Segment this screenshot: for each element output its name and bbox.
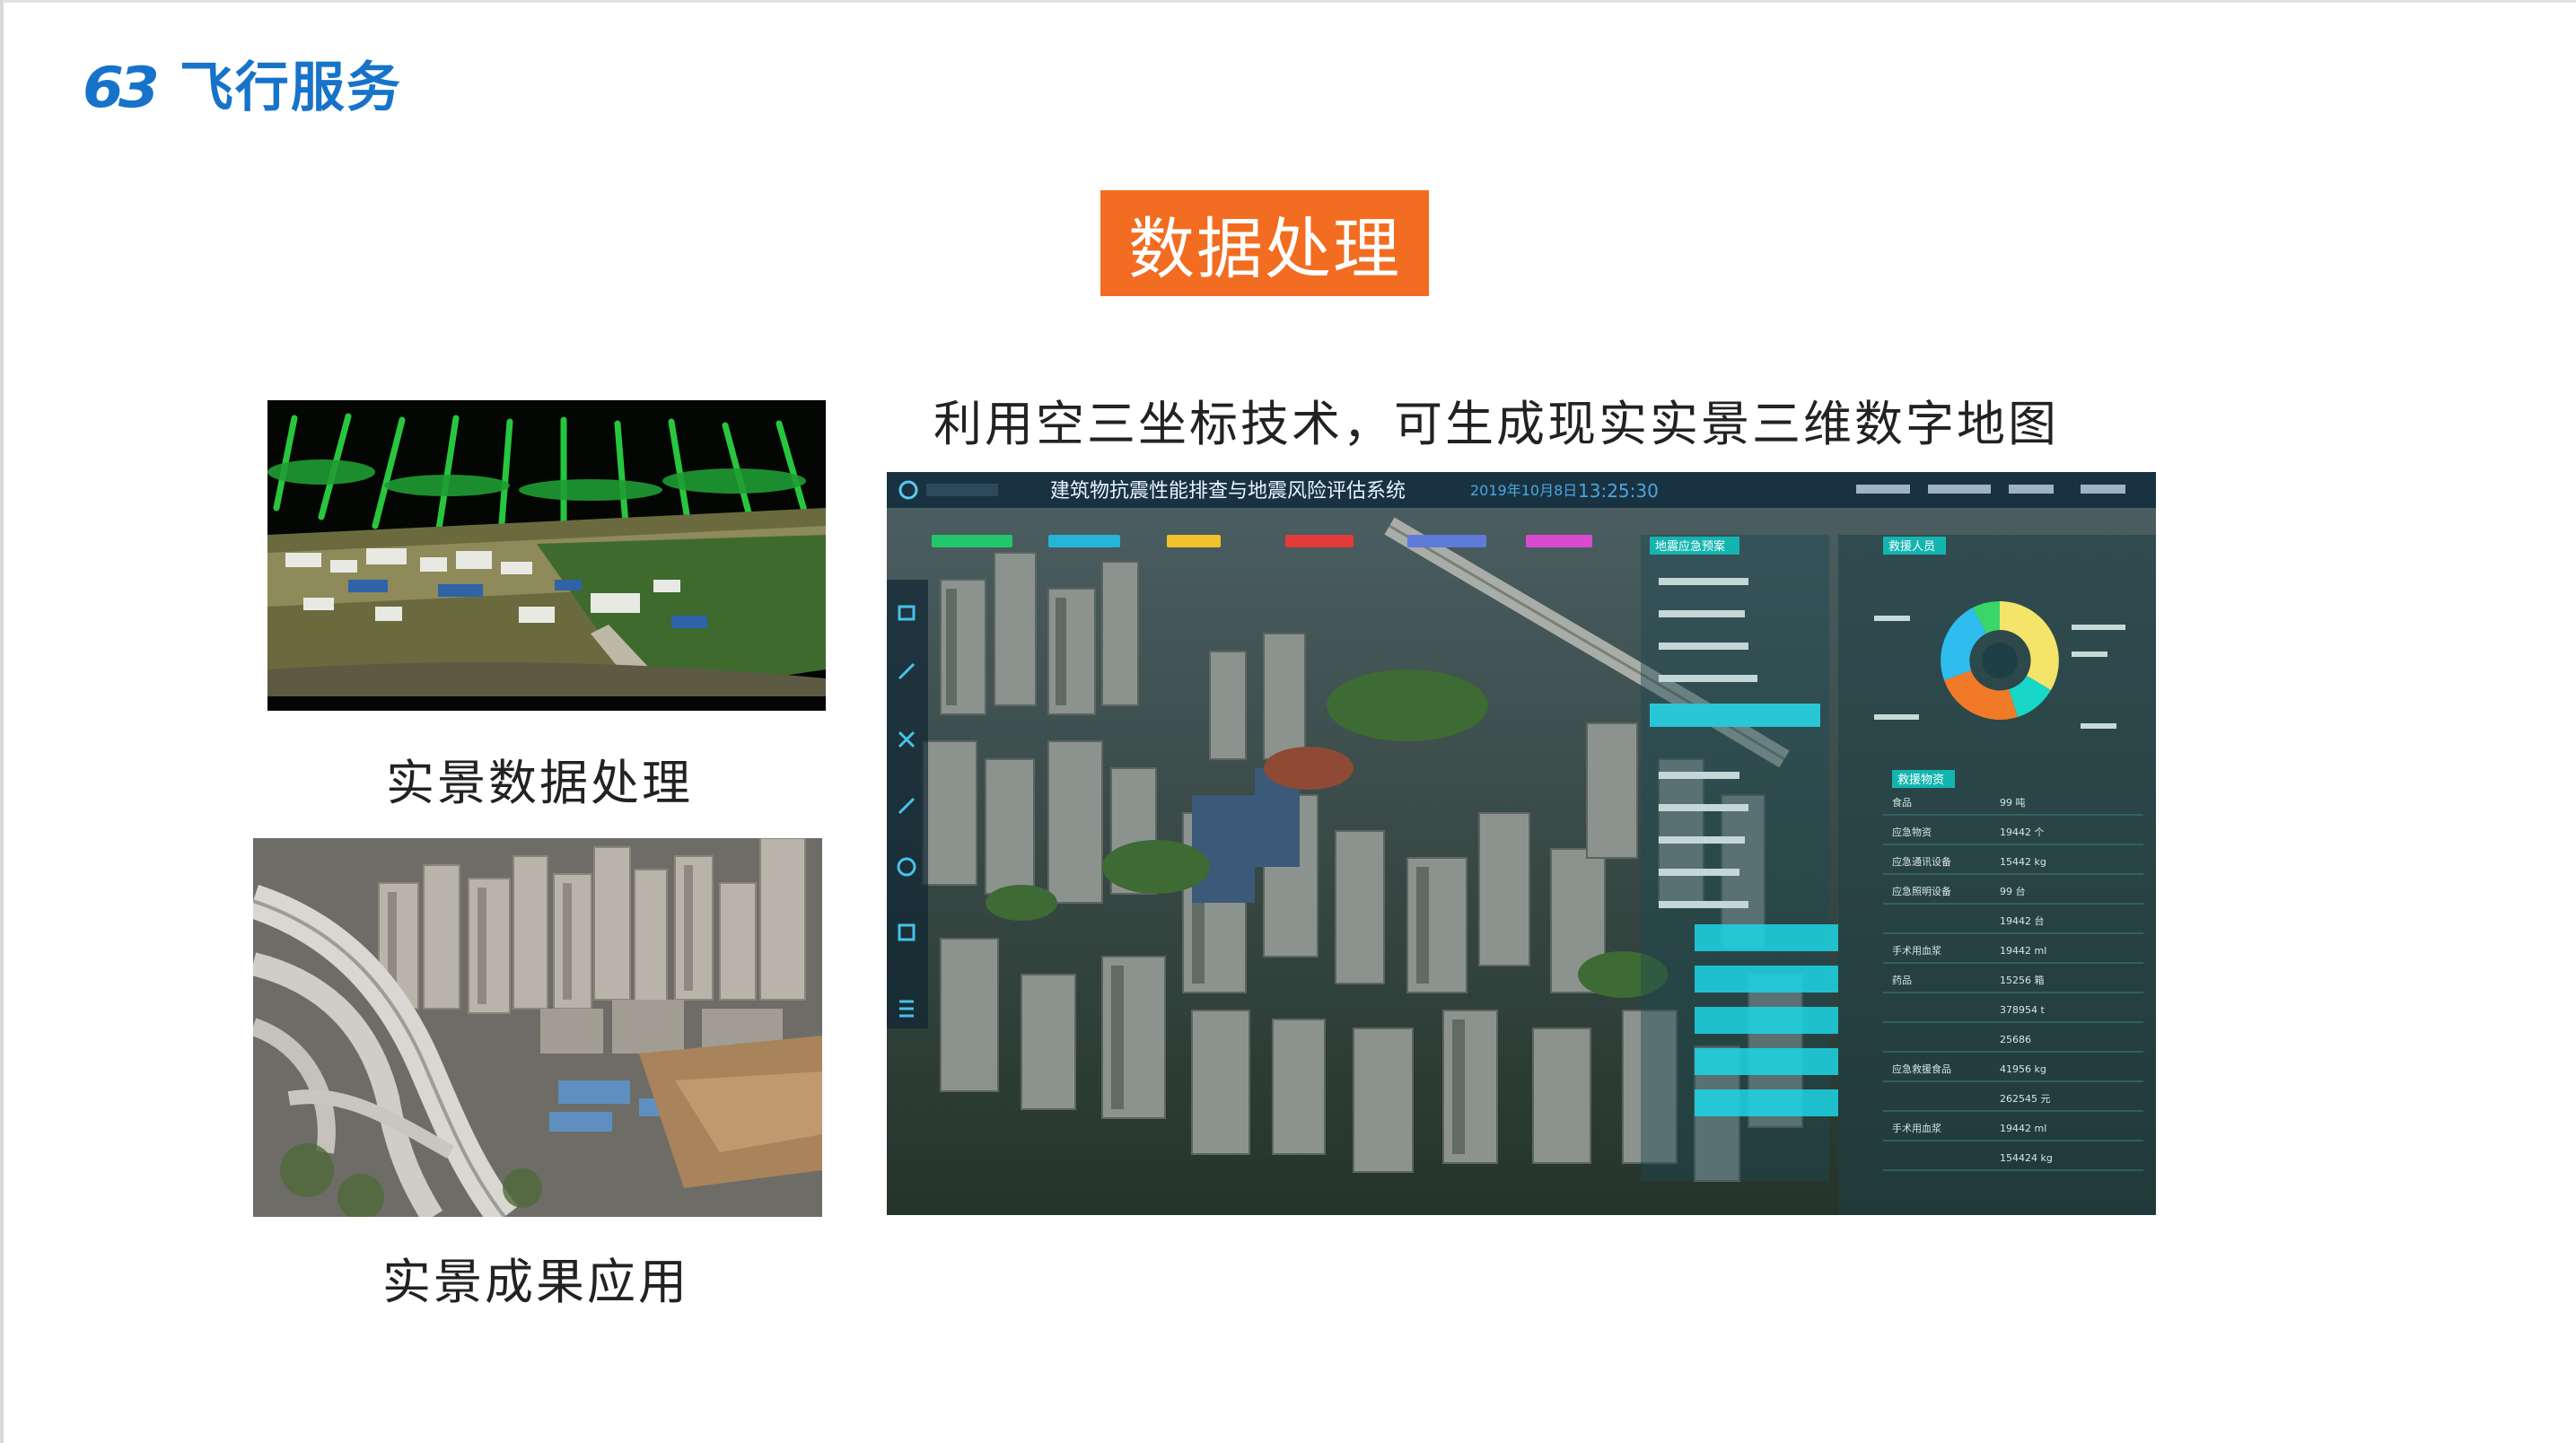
materials-row-value: 15442 kg [2000, 856, 2046, 868]
materials-row-value: 99 台 [2000, 885, 2026, 897]
pointcloud-image [267, 400, 826, 711]
dashboard-system-title: 建筑物抗震性能排查与地震风险评估系统 [1050, 480, 1406, 503]
left-border [0, 0, 4, 1443]
slide-title: 数据处理 [1128, 210, 1401, 288]
materials-row-value: 19442 台 [2000, 914, 2045, 927]
materials-row-label: 应急照明设备 [1892, 885, 1951, 897]
materials-row-value: 19442 个 [2000, 826, 2045, 838]
materials-row-label: 手术用血浆 [1892, 944, 1941, 957]
dashboard-time: 13:25:30 [1578, 480, 1659, 502]
materials-row-label: 应急通讯设备 [1892, 855, 1951, 868]
materials-row-value: 99 吨 [2000, 797, 2026, 809]
materials-row-label: 应急救援食品 [1892, 1063, 1951, 1075]
materials-row-value: 41956 kg [2000, 1063, 2046, 1075]
materials-row-value: 15256 箱 [2000, 974, 2045, 986]
materials-row-value: 378954 t [2000, 1004, 2045, 1016]
logo-mark: 63 [83, 54, 160, 121]
gis-dashboard-image: 建筑物抗震性能排查与地震风险评估系统 2019年10月8日 13:25:30 地… [887, 472, 2156, 1215]
materials-row-value: 262545 元 [2000, 1093, 2051, 1105]
materials-row-label: 药品 [1892, 975, 1912, 986]
model-result-image [253, 829, 822, 1217]
caption-result-application: 实景成果应用 [382, 1254, 689, 1310]
materials-row-label: 手术用血浆 [1892, 1122, 1941, 1134]
slide-subtitle: 利用空三坐标技术，可生成现实实景三维数字地图 [933, 396, 2059, 452]
company-logo: 63 飞行服务 [83, 52, 402, 124]
panel-header-personnel: 救援人员 [1888, 539, 1935, 554]
materials-row-value: 25686 [2000, 1034, 2031, 1045]
top-border [0, 0, 2576, 3]
materials-row-label: 应急物资 [1892, 826, 1932, 838]
panel-header-materials: 救援物资 [1897, 773, 1944, 787]
logo-text: 飞行服务 [179, 57, 402, 119]
caption-data-processing: 实景数据处理 [386, 755, 693, 811]
materials-row-value: 19442 ml [2000, 1123, 2046, 1134]
materials-row-label: 食品 [1892, 796, 1912, 809]
materials-row-value: 19442 ml [2000, 945, 2046, 957]
dashboard-date: 2019年10月8日 [1470, 482, 1577, 499]
slide-title-badge: 数据处理 [1100, 190, 1429, 296]
panel-header-plan: 地震应急预案 [1655, 539, 1725, 554]
materials-row-value: 154424 kg [2000, 1152, 2053, 1164]
